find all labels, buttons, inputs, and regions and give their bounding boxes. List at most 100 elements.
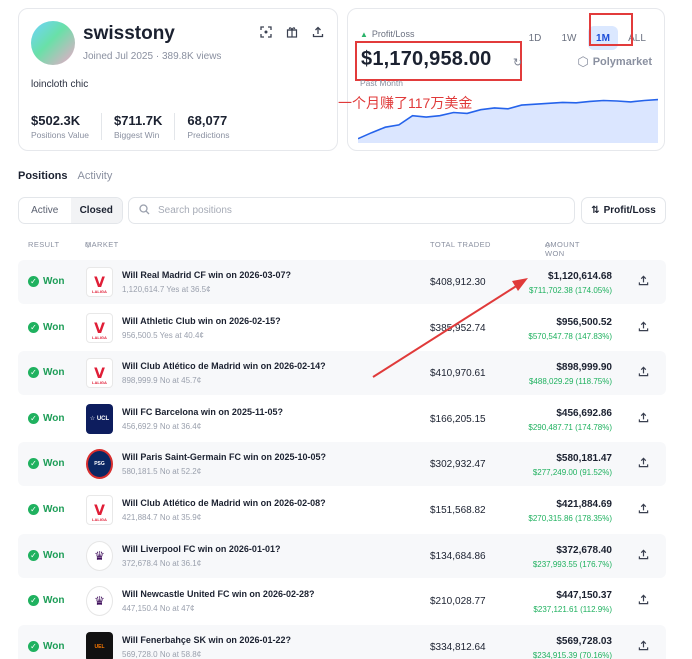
profit-percent: $237,121.61 (112.9%) [533,605,612,615]
header-market[interactable]: MARKET ◇ [85,240,118,249]
result-label: Won [43,367,65,379]
league-logo-icon: Ⅴ LALIGA [86,267,113,297]
up-triangle-icon: ▲ [360,29,368,39]
header-amount-won[interactable]: AMOUNT WON ◇ [545,240,579,258]
market-position: 580,181.5 No at 52.2¢ [122,467,202,477]
result-label: Won [43,504,65,515]
header-amount-won-label: AMOUNT WON [545,240,580,258]
share-icon[interactable] [638,594,649,608]
result-badge: ✓ Won [28,504,64,515]
market-position: 569,728.0 No at 58.8¢ [122,649,202,659]
profile-card: swisstony Joined Jul 2025 · 389.8K views… [18,8,338,151]
joined-info: Joined Jul 2025 · 389.8K views [83,51,221,62]
logo-glyph: ☆ UCL [89,416,110,423]
share-icon[interactable] [638,549,649,563]
amount-won: $580,181.47 [556,453,612,465]
tab-activity[interactable]: Activity [78,170,113,182]
toggle-active[interactable]: Active [19,198,71,223]
search-box [128,197,575,224]
table-row[interactable]: ✓ Won UEL Will Fenerbahçe SK win on 2026-01… [18,624,666,659]
market-title[interactable]: Will Fenerbahçe SK win on 2026-01-22? [122,635,291,645]
profit-loss-sort-button[interactable]: ⇅ Profit/Loss [581,197,666,224]
table-row[interactable]: ✓ Won Ⅴ LALIGA Will Club Atlético de Madrid … [18,351,666,396]
tab-positions[interactable]: Positions [18,170,68,182]
result-badge: ✓ Won [28,412,65,424]
table-row[interactable]: ✓ Won ♛ Will Liverpool FC win on 2026-01-01… [18,533,666,578]
result-label: Won [43,321,65,333]
table-row[interactable]: ✓ Won ☆ UCL Will FC Barcelona win on 2025-1… [18,397,666,441]
market-position: 421,884.7 No at 35.9¢ [122,513,202,522]
result-label: Won [43,640,65,652]
search-icon [139,203,150,218]
refresh-icon[interactable]: ↻ [513,56,522,69]
stat-label: Predictions [187,130,230,140]
logo-glyph: PSG [94,461,105,468]
share-icon[interactable] [638,275,649,289]
share-icon[interactable] [638,503,649,517]
scan-icon[interactable] [259,25,273,39]
market-position: 898,999.9 No at 45.7¢ [122,376,202,386]
profit-percent: $277,249.00 (91.52%) [532,468,612,478]
gift-icon[interactable] [285,25,299,39]
market-position: 447,150.4 No at 47¢ [122,604,195,614]
check-icon: ✓ [28,276,39,287]
laliga-glyph: Ⅴ [94,274,105,290]
total-traded: $334,812.64 [430,641,486,653]
result-label: Won [43,412,65,424]
result-badge: ✓ Won [28,549,64,561]
table-row[interactable]: ✓ Won Ⅴ LALIGA Will Club Atlético de Madrid … [18,488,666,532]
share-icon[interactable] [638,412,649,426]
share-icon[interactable] [638,366,649,380]
logo-glyph: UEL [94,643,105,650]
profile-stats: $502.3K Positions Value $711.7K Biggest … [31,113,253,140]
tab-1d[interactable]: 1D [520,26,550,50]
total-traded: $166,205.15 [430,413,486,425]
laliga-glyph: Ⅴ [94,502,105,518]
result-label: Won [43,458,65,470]
market-title[interactable]: Will Club Atlético de Madrid win on 2026… [122,361,326,371]
laliga-wordmark: LALIGA [92,334,107,340]
market-title[interactable]: Will Club Atlético de Madrid win on 2026… [122,498,326,508]
profit-percent: $488,029.29 (118.75%) [528,377,612,387]
table-row[interactable]: ✓ Won Ⅴ LALIGA Will Athletic Club win on 202… [18,306,666,350]
total-traded: $151,568.82 [430,505,486,516]
check-icon: ✓ [28,549,39,561]
pnl-sparkline [358,98,658,143]
pnl-label-text: Profit/Loss [371,29,415,39]
share-icon[interactable] [638,457,649,471]
market-position: 1,120,614.7 Yes at 36.5¢ [122,285,211,294]
market-title[interactable]: Will Athletic Club win on 2026-02-15? [122,316,281,326]
amount-won: $569,728.03 [556,635,612,647]
amount-won: $1,120,614.68 [548,271,612,282]
pnl-label: ▲ Profit/Loss [360,29,414,39]
market-title[interactable]: Will Liverpool FC win on 2026-01-01? [122,544,280,554]
pnl-value: $1,170,958.00 [361,48,492,70]
market-title[interactable]: Will FC Barcelona win on 2025-11-05? [122,407,283,417]
league-logo-icon: UEL [86,631,113,659]
toggle-closed[interactable]: Closed [70,198,122,223]
table-row[interactable]: ✓ Won Ⅴ LALIGA Will Real Madrid CF win on 20… [18,260,666,304]
result-badge: ✓ Won [28,640,65,652]
profit-percent: $711,702.38 (174.05%) [528,286,612,295]
market-title[interactable]: Will Newcastle United FC win on 2026-02-… [122,589,314,599]
share-icon[interactable] [638,321,649,335]
league-logo-icon: Ⅴ LALIGA [86,495,113,525]
result-label: Won [43,276,65,287]
share-icon[interactable] [311,25,325,39]
username: swisstony [83,23,175,44]
check-icon: ✓ [28,504,39,515]
tab-1w[interactable]: 1W [554,26,584,50]
search-input[interactable] [158,205,558,216]
table-row[interactable]: ✓ Won ♛ Will Newcastle United FC win on 202… [18,579,666,623]
market-position: 372,678.4 No at 36.1¢ [122,558,202,568]
profit-percent: $237,993.55 (176.7%) [532,559,612,569]
share-icon[interactable] [638,640,649,654]
check-icon: ✓ [28,640,39,652]
market-title[interactable]: Will Real Madrid CF win on 2026-03-07? [122,270,291,280]
stat-positions-value: $502.3K Positions Value [31,113,102,140]
avatar[interactable] [31,21,75,65]
league-logo-icon: Ⅴ LALIGA [86,358,113,389]
table-row[interactable]: ✓ Won PSG Will Paris Saint-Germain FC win o… [18,442,666,487]
result-badge: ✓ Won [28,321,65,333]
market-title[interactable]: Will Paris Saint-Germain FC win on 2025-… [122,452,326,462]
